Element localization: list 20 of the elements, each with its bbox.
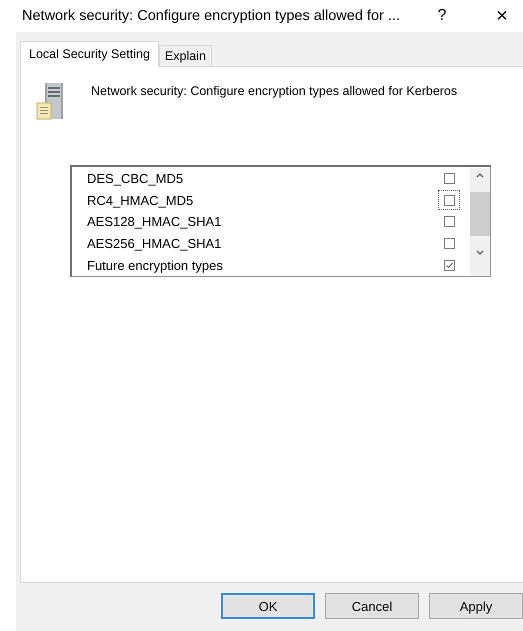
close-button[interactable]: × [487, 4, 517, 28]
option-label: RC4_HMAC_MD5 [87, 192, 194, 208]
tab[interactable]: Local Security Setting [20, 41, 159, 67]
option-label: AES128_HMAC_SHA1 [87, 214, 222, 230]
option-label: Future encryption types [87, 258, 224, 273]
window-title: Network security: Configure encryption types allowed for ... [22, 8, 401, 24]
checkbox[interactable] [444, 173, 454, 184]
checkbox[interactable] [444, 194, 454, 206]
option-label: DES_CBC_MD5 [87, 171, 184, 186]
checkbox[interactable] [444, 260, 454, 271]
dialog-button[interactable]: Apply [429, 593, 523, 619]
checkbox[interactable] [444, 216, 454, 228]
tab[interactable]: Explain [158, 45, 212, 66]
help-button[interactable]: ? [427, 7, 457, 25]
dialog-button[interactable]: OK [221, 593, 315, 619]
dialog-button[interactable]: Cancel [325, 593, 419, 619]
checkbox[interactable] [444, 238, 454, 250]
option-label: AES256_HMAC_SHA1 [87, 236, 222, 252]
policy-title: Network security: Configure encryption types allowed for Kerberos [91, 83, 458, 100]
scrollbar[interactable] [470, 167, 490, 276]
